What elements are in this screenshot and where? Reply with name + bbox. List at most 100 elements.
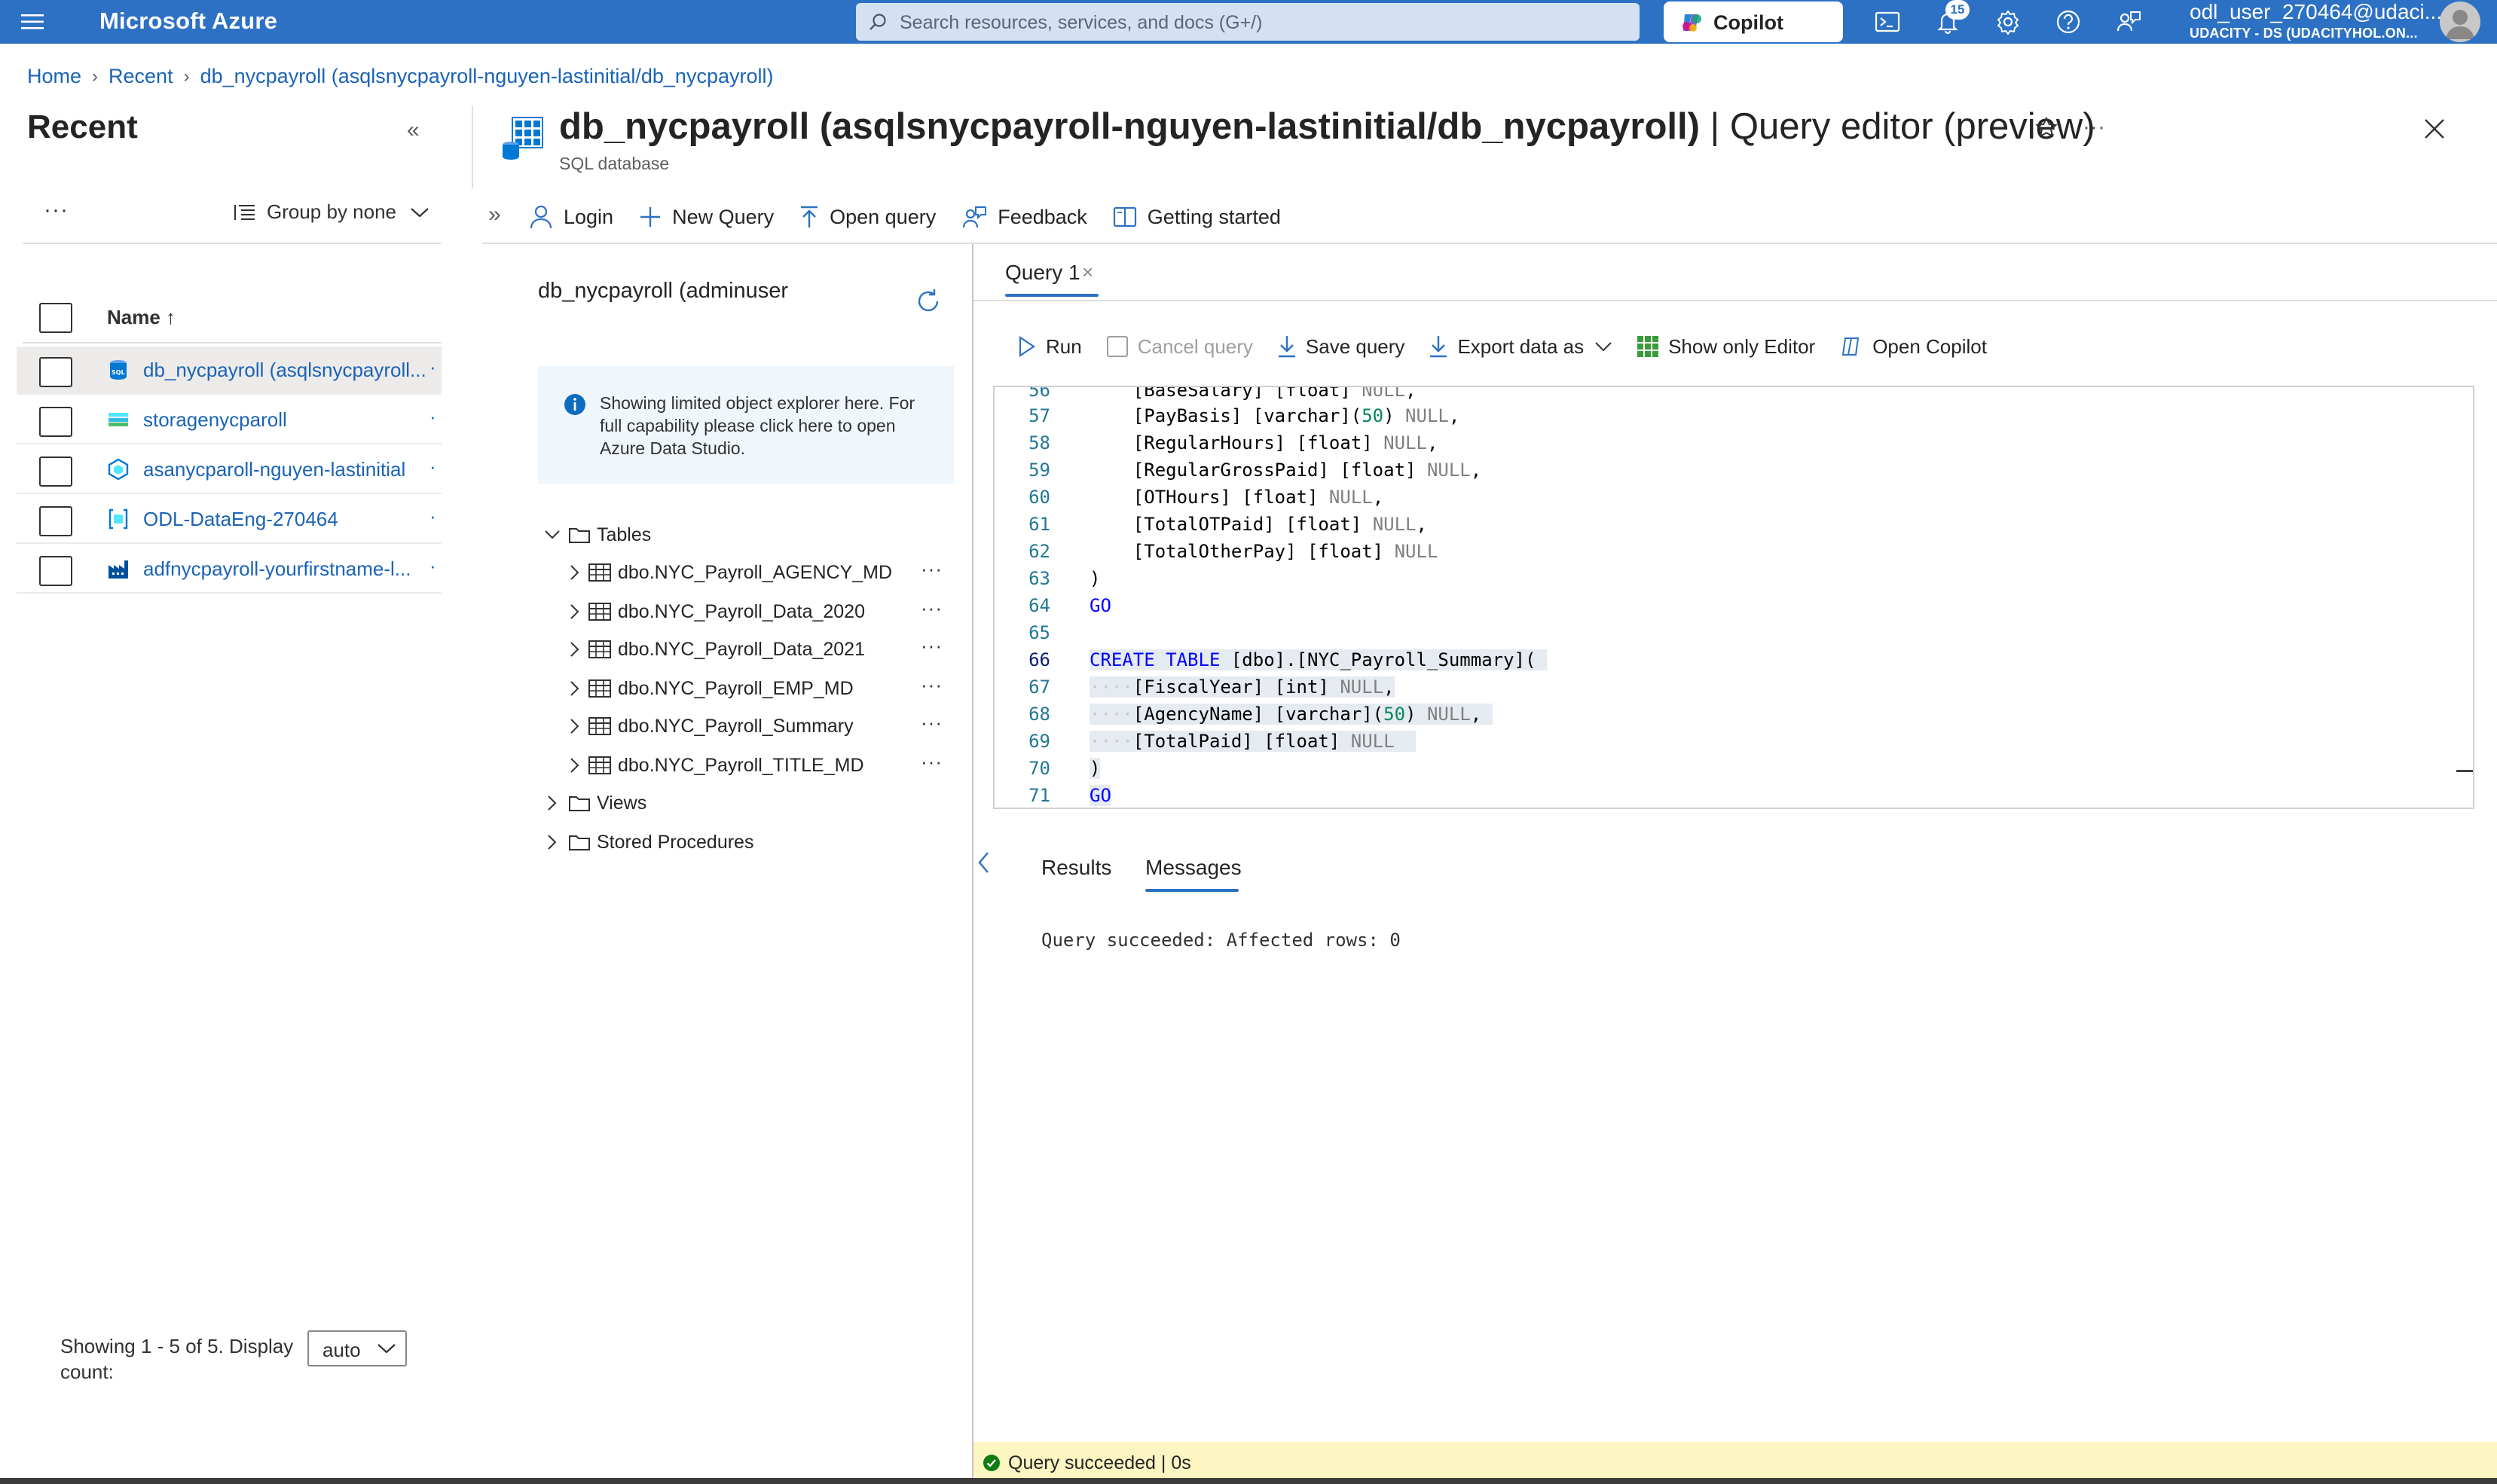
more-options-button[interactable]: ··· <box>44 197 69 223</box>
row-more[interactable]: · <box>429 455 436 478</box>
tree-node-table[interactable]: dbo.NYC_Payroll_Data_2021 <box>567 634 865 664</box>
status-text: Query succeeded | 0s <box>1008 1452 1191 1473</box>
tree-node-table[interactable]: dbo.NYC_Payroll_Summary <box>567 711 854 741</box>
show-only-editor-button[interactable]: Show only Editor <box>1637 335 1815 359</box>
table-icon <box>588 640 611 658</box>
synapse-workspace-icon <box>107 458 130 481</box>
resource-name[interactable]: ODL-DataEng-270464 <box>143 508 338 531</box>
tree-item-more-button[interactable]: ··· <box>921 557 943 581</box>
feedback-button[interactable]: Feedback <box>961 205 1087 229</box>
list-header: Name ↑ <box>23 291 442 344</box>
resource-name[interactable]: asanycparoll-nguyen-lastinitial <box>143 458 405 481</box>
export-data-dropdown[interactable]: Export data as <box>1429 334 1612 359</box>
favorite-star-icon[interactable] <box>2034 116 2058 140</box>
tree-item-more-button[interactable]: ··· <box>921 673 943 697</box>
cancel-query-label: Cancel query <box>1137 334 1253 358</box>
save-query-button[interactable]: Save query <box>1277 334 1404 359</box>
getting-started-button[interactable]: Getting started <box>1113 206 1281 229</box>
tree-node-table[interactable]: dbo.NYC_Payroll_AGENCY_MD <box>567 557 892 588</box>
list-item[interactable]: SQL db_nycpayroll (asqlsnycpayroll... · <box>17 347 442 395</box>
row-more[interactable]: · <box>429 405 436 429</box>
collapse-panel-icon[interactable]: « <box>407 118 420 143</box>
tree-item-more-button[interactable]: ··· <box>921 597 943 620</box>
list-item[interactable]: ODL-DataEng-270464 · <box>17 496 442 544</box>
help-icon[interactable] <box>2054 8 2083 36</box>
sql-code-editor[interactable]: 56 [BaseSalary] [float] NULL, 57 [PayBas… <box>993 386 2474 809</box>
row-checkbox[interactable] <box>39 506 72 536</box>
login-button[interactable]: Login <box>529 204 613 230</box>
folder-icon <box>569 796 590 811</box>
header-more-icon[interactable]: ··· <box>2083 115 2105 140</box>
portal-brand[interactable]: Microsoft Azure <box>99 8 277 35</box>
refresh-icon[interactable] <box>915 288 942 315</box>
resource-name[interactable]: db_nycpayroll (asqlsnycpayroll... <box>143 359 426 382</box>
explorer-connection-title: db_nycpayroll (adminuser <box>538 279 789 303</box>
row-checkbox[interactable] <box>39 556 72 586</box>
editor-scrollbar-marker[interactable] <box>2456 770 2473 772</box>
tree-item-more-button[interactable]: ··· <box>921 750 943 774</box>
name-column-header[interactable]: Name ↑ <box>107 306 176 329</box>
row-more[interactable]: · <box>429 356 436 379</box>
row-more[interactable]: · <box>429 554 436 578</box>
select-all-checkbox[interactable] <box>39 303 72 333</box>
tree-label: dbo.NYC_Payroll_Data_2021 <box>618 638 865 660</box>
feedback-icon[interactable] <box>2114 8 2143 36</box>
row-more[interactable]: · <box>429 505 436 528</box>
tree-item-more-button[interactable]: ··· <box>921 634 943 658</box>
chevron-left-icon[interactable] <box>976 850 992 875</box>
run-button[interactable]: Run <box>1017 335 1082 359</box>
close-tab-icon[interactable]: × <box>1082 261 1093 284</box>
account-name[interactable]: odl_user_270464@udaci... <box>2190 0 2442 24</box>
paging-summary: Showing 1 - 5 of 5. Display count: <box>60 1335 294 1383</box>
global-search-input[interactable]: Search resources, services, and docs (G+… <box>856 3 1640 41</box>
list-item[interactable]: adfnycpayroll-yourfirstname-l... · <box>17 545 442 594</box>
tab-results[interactable]: Results <box>1041 856 1111 880</box>
display-count-value: auto <box>322 1339 361 1361</box>
expand-panel-icon[interactable]: » <box>488 202 501 227</box>
menu-icon[interactable] <box>20 11 47 33</box>
open-query-button[interactable]: Open query <box>799 205 936 229</box>
tree-item-more-button[interactable]: ··· <box>921 711 943 734</box>
new-query-button[interactable]: New Query <box>639 206 774 229</box>
active-tab-indicator <box>1005 294 1099 297</box>
resource-name[interactable]: adfnycpayroll-yourfirstname-l... <box>143 557 411 581</box>
tree-node-views[interactable]: Views <box>542 788 646 818</box>
copilot-logo-icon <box>1680 11 1703 34</box>
breadcrumb-home[interactable]: Home <box>27 65 81 88</box>
tree-node-table[interactable]: dbo.NYC_Payroll_Data_2020 <box>567 597 865 627</box>
divider <box>23 243 442 244</box>
row-checkbox[interactable] <box>39 407 72 437</box>
chevron-right-icon <box>570 719 579 734</box>
list-item[interactable]: asanycparoll-nguyen-lastinitial · <box>17 446 442 494</box>
cloud-shell-icon[interactable] <box>1873 8 1902 36</box>
tree-node-stored-procedures[interactable]: Stored Procedures <box>542 827 753 857</box>
copilot-button[interactable]: Copilot <box>1664 2 1843 42</box>
display-count-select[interactable]: auto <box>307 1330 407 1366</box>
folder-icon <box>569 835 590 850</box>
resource-name[interactable]: storagenycparoll <box>143 408 287 432</box>
limited-explorer-info-banner[interactable]: Showing limited object explorer here. Fo… <box>538 366 954 484</box>
group-by-dropdown[interactable]: Group by none <box>234 200 429 224</box>
row-checkbox[interactable] <box>39 357 72 387</box>
breadcrumb-current[interactable]: db_nycpayroll (asqlsnycpayroll-nguyen-la… <box>200 65 774 88</box>
breadcrumb-recent[interactable]: Recent <box>108 65 173 88</box>
query-toolbar: Run Cancel query Save query Export data … <box>1017 330 2011 363</box>
cancel-query-button[interactable]: Cancel query <box>1106 335 1253 359</box>
login-label: Login <box>564 205 614 228</box>
tab-messages[interactable]: Messages <box>1145 856 1242 880</box>
chevron-right-icon <box>570 758 579 773</box>
window-bottom-border <box>0 1478 2497 1484</box>
tree-node-tables[interactable]: Tables <box>542 520 651 550</box>
row-checkbox[interactable] <box>39 456 72 487</box>
tree-label: dbo.NYC_Payroll_Summary <box>618 715 854 737</box>
splitter[interactable] <box>972 244 973 1484</box>
list-item[interactable]: storagenycparoll · <box>17 396 442 444</box>
chevron-right-icon: › <box>183 66 190 87</box>
open-copilot-button[interactable]: Open Copilot <box>1839 335 1987 359</box>
avatar[interactable] <box>2440 2 2480 42</box>
settings-gear-icon[interactable] <box>1994 8 2022 36</box>
tree-node-table[interactable]: dbo.NYC_Payroll_TITLE_MD <box>567 750 864 780</box>
tree-node-table[interactable]: dbo.NYC_Payroll_EMP_MD <box>567 673 854 704</box>
tab-query-1[interactable]: Query 1 <box>1005 261 1080 285</box>
close-icon[interactable] <box>2422 116 2447 142</box>
